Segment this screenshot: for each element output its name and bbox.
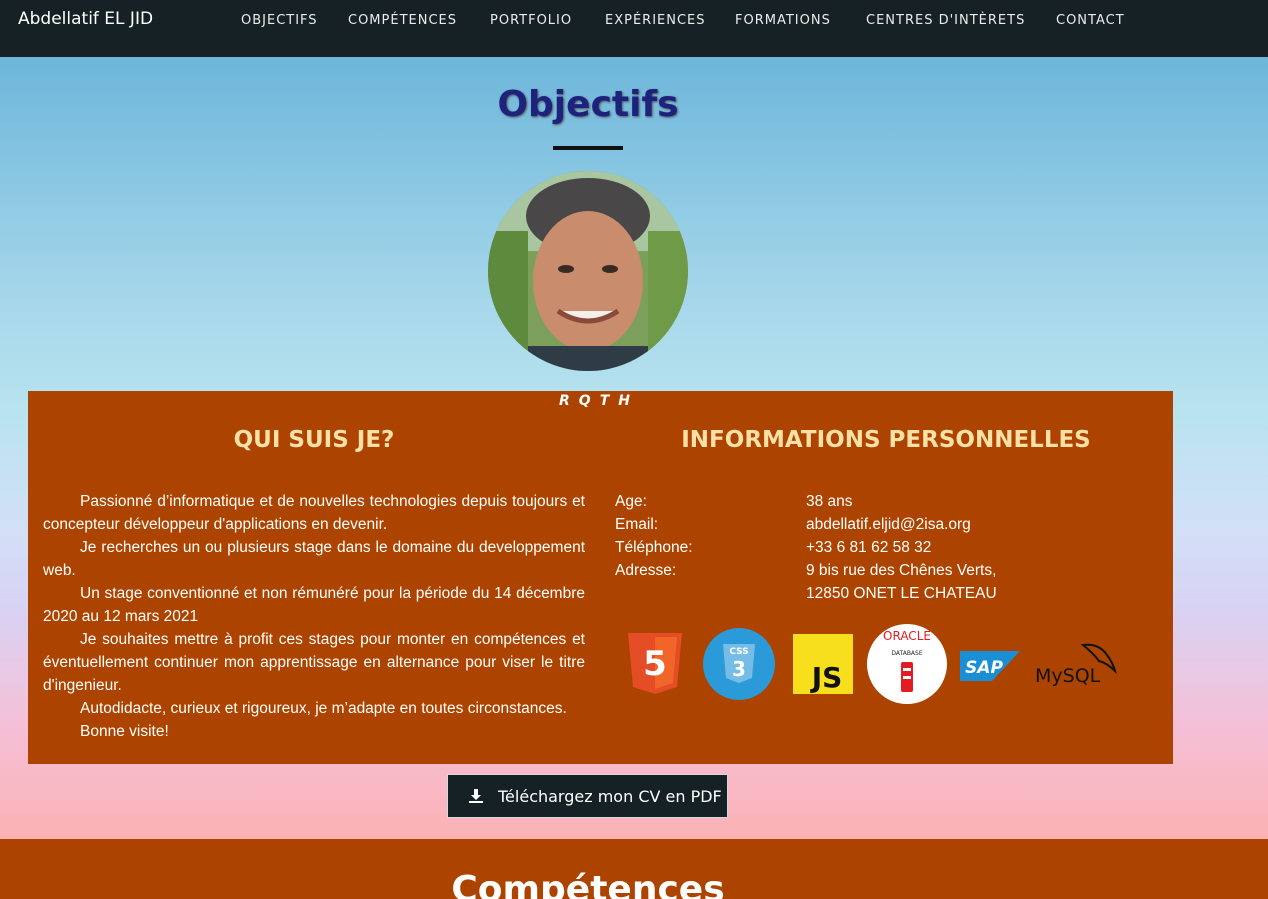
about-paragraph: Autodidacte, curieux et rigoureux, je m’… [80,700,567,717]
nav-menu: OBJECTIFS COMPÉTENCES PORTFOLIO EXPÉRIEN… [0,13,1268,33]
nav-contact[interactable]: CONTACT [1056,13,1125,28]
svg-text:DATABASE: DATABASE [891,650,922,657]
svg-text:ORACLE: ORACLE [883,629,931,643]
about-text: Passionné d’informatique et de nouvelles… [43,490,585,743]
mysql-logo-icon: MySQL [1033,641,1117,691]
download-cv-label: Téléchargez mon CV en PDF [498,787,722,806]
svg-text:3: 3 [732,657,746,681]
nav-formations[interactable]: FORMATIONS [735,13,831,28]
info-value: abdellatif.eljid@2isa.org [806,516,971,533]
info-value: 12850 ONET LE CHATEAU [806,585,997,602]
svg-text:SAP: SAP [965,658,1003,678]
download-cv-button[interactable]: Téléchargez mon CV en PDF [447,774,728,818]
info-label: Adresse: [615,562,677,579]
svg-text:5: 5 [643,644,667,684]
about-heading: QUI SUIS JE? [233,427,395,453]
about-paragraph: Bonne visite! [80,723,169,740]
info-label: Email: [615,516,659,533]
svg-text:MySQL: MySQL [1035,665,1101,687]
nav-portfolio[interactable]: PORTFOLIO [490,13,572,28]
nav-objectifs[interactable]: OBJECTIFS [241,13,318,28]
about-paragraph: Passionné d’informatique et de nouvelles… [43,493,585,533]
css3-logo-icon: CSS 3 [703,628,775,704]
title-underline [553,146,623,150]
nav-competences[interactable]: COMPÉTENCES [348,13,457,28]
about-paragraph: Je recherches un ou plusieurs stage dans… [43,539,585,579]
about-paragraph: Un stage conventionné et non rémunéré po… [43,585,585,625]
rqth-badge: RQTH [559,393,639,409]
info-value: +33 6 81 62 58 32 [806,539,932,556]
download-icon [468,788,484,808]
info-label: Age: [615,493,647,510]
section-title: Objectifs [497,84,679,125]
sap-logo-icon: SAP [960,651,1020,685]
competences-section: Compétences [0,839,1268,899]
nav-centres-interets[interactable]: CENTRES D'INTÈRETS [866,13,1025,28]
about-paragraph: Je souhaites mettre à profit ces stages … [43,631,585,694]
avatar [488,171,688,371]
navbar: Abdellatif EL JID OBJECTIFS COMPÉTENCES … [0,0,1268,57]
html5-logo-icon: 5 [626,631,684,699]
info-value: 9 bis rue des Chênes Verts, [806,562,997,579]
info-heading: INFORMATIONS PERSONNELLES [681,427,1091,453]
svg-text:CSS: CSS [729,647,748,657]
nav-experiences[interactable]: EXPÉRIENCES [605,13,706,28]
competences-title: Compétences [451,869,725,899]
oracle-database-logo-icon: ORACLE DATABASE [867,624,947,708]
svg-text:JS: JS [810,661,843,694]
javascript-logo-icon: JS [793,634,853,698]
info-label: Téléphone: [615,539,693,556]
info-value: 38 ans [806,493,853,510]
